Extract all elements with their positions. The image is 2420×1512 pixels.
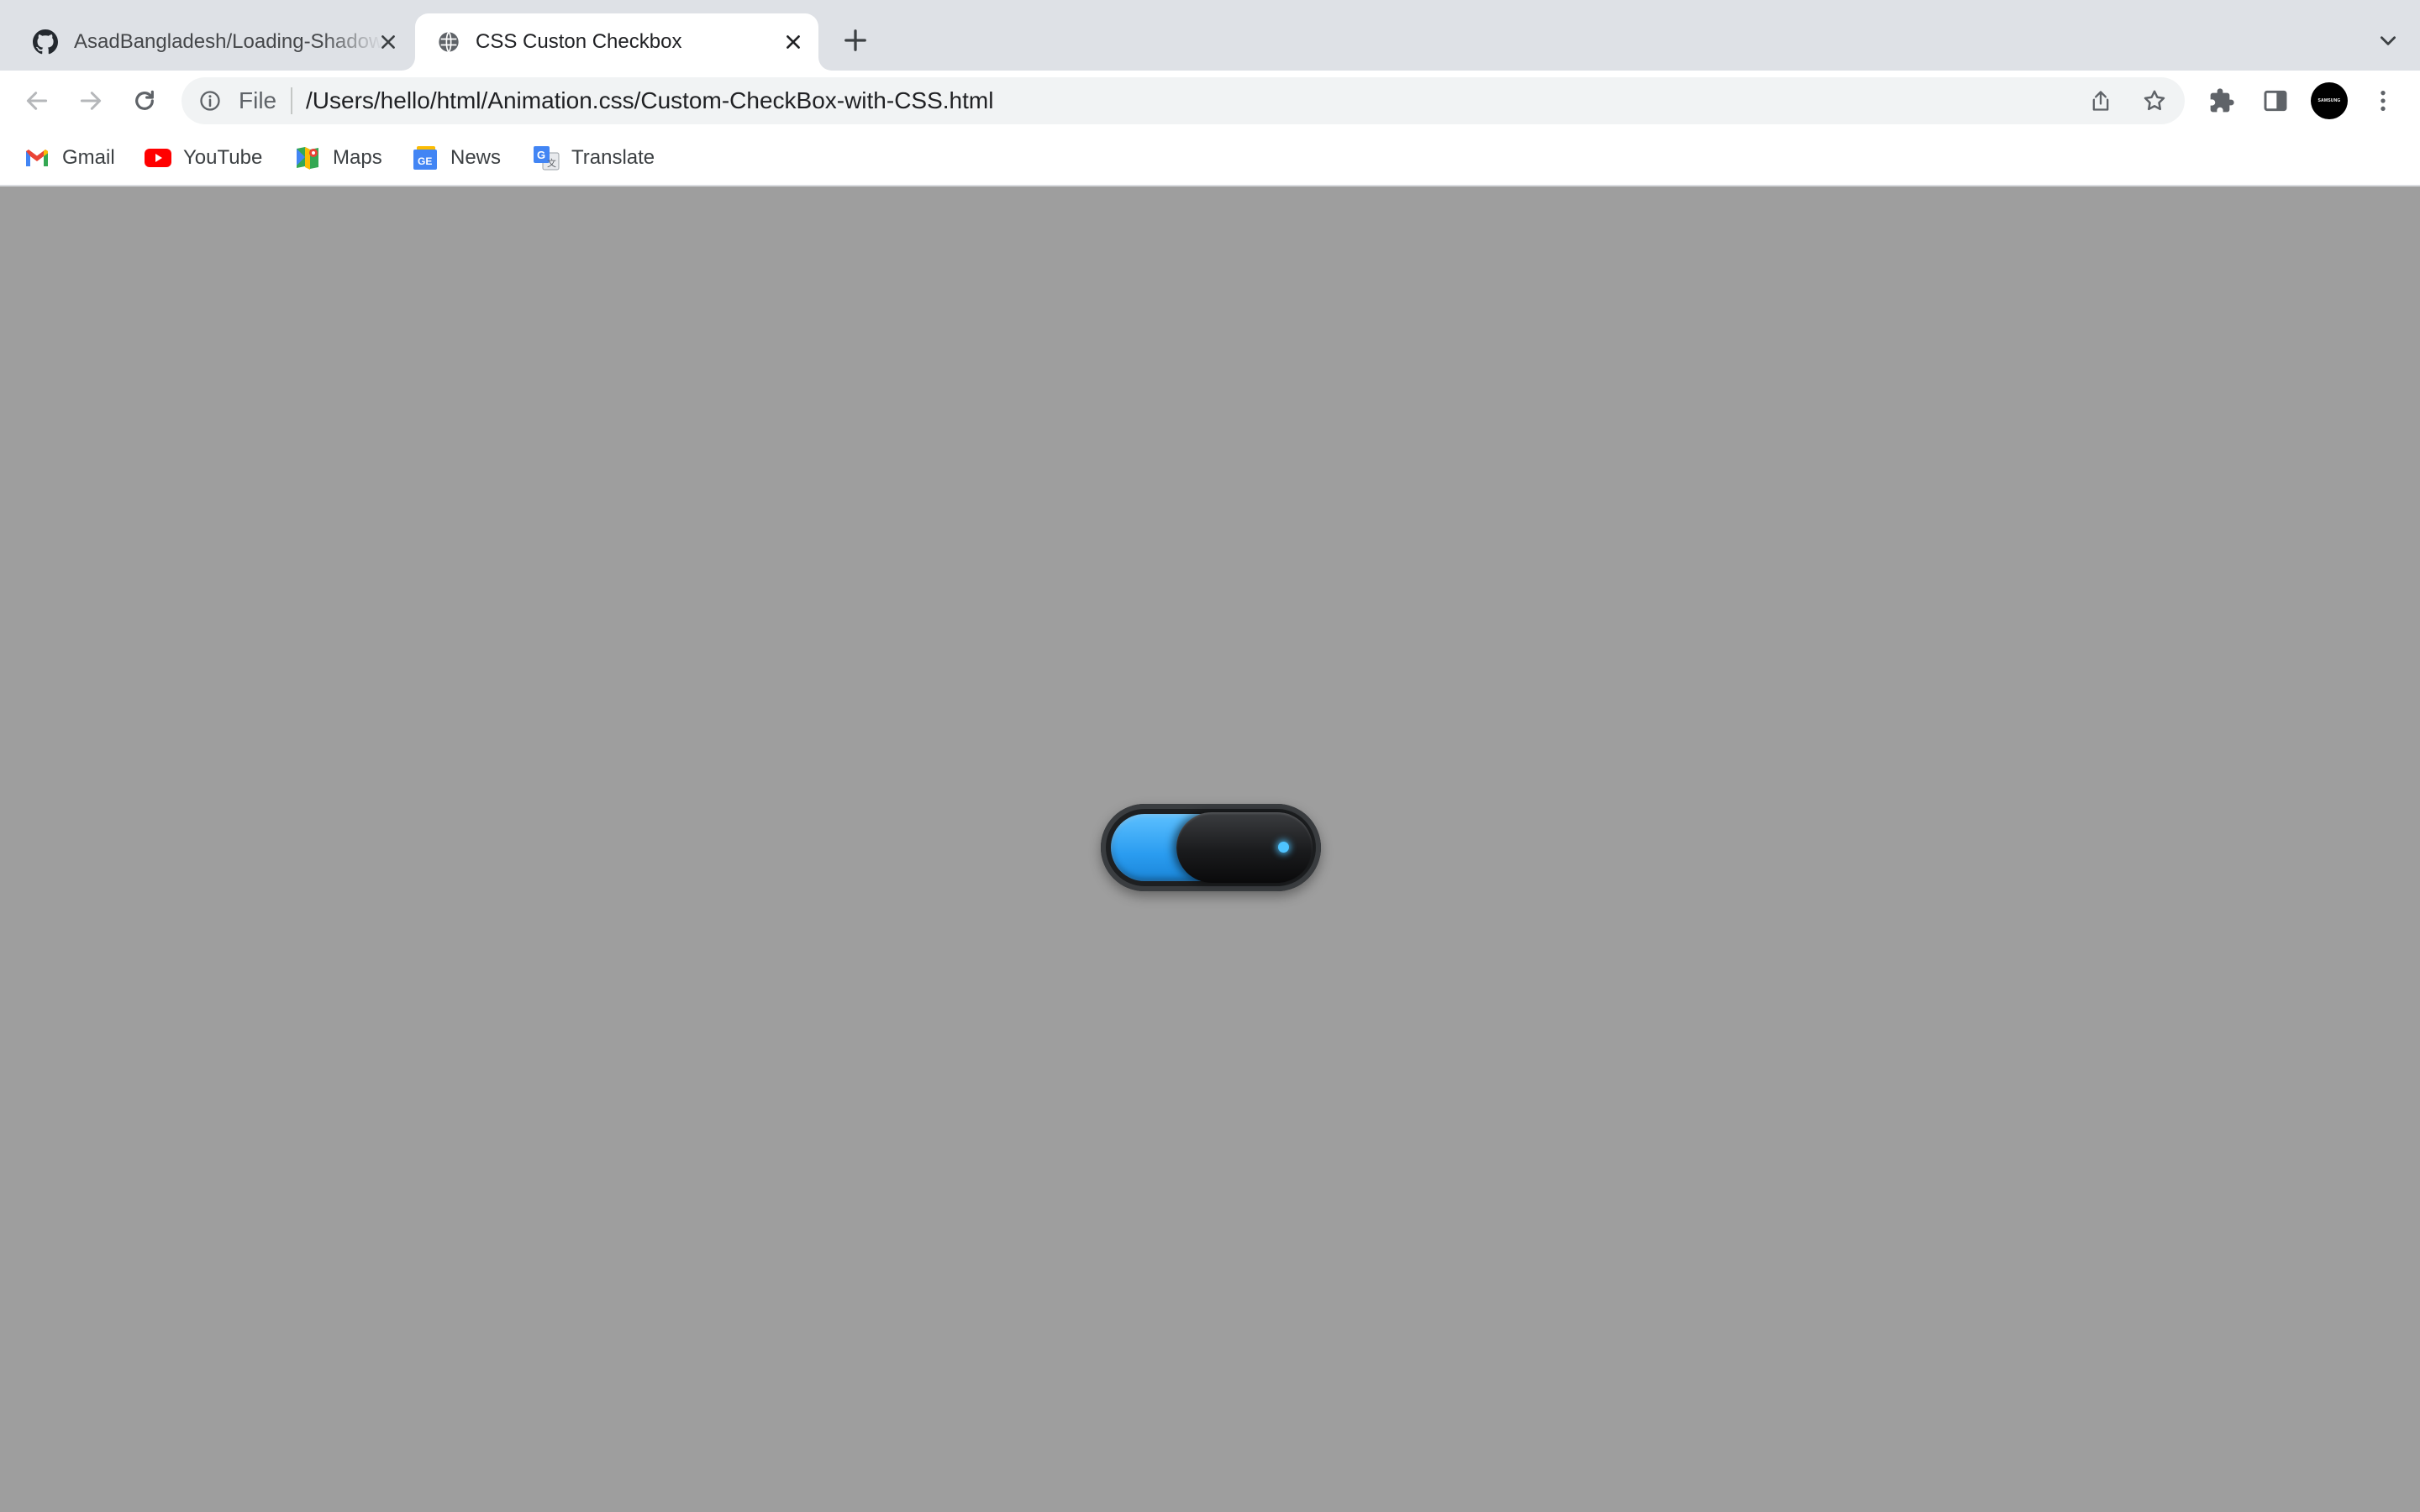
bookmark-label: Maps <box>333 146 382 169</box>
plus-icon <box>844 29 866 51</box>
bookmark-news[interactable]: GE News <box>412 139 501 176</box>
info-icon[interactable] <box>197 87 224 114</box>
tab-css-checkbox[interactable]: CSS Custon Checkbox <box>415 13 818 71</box>
toggle-indicator-dot <box>1278 842 1289 853</box>
bookmark-youtube[interactable]: YouTube <box>145 139 262 176</box>
tab-strip: AsadBangladesh/Loading-Shadow CSS Custon… <box>0 0 2420 71</box>
tab-search-button[interactable] <box>2373 25 2403 55</box>
reload-button[interactable] <box>126 82 163 119</box>
translate-icon: G文 <box>533 144 560 171</box>
back-button[interactable] <box>18 82 55 119</box>
news-icon: GE <box>412 144 439 171</box>
chevron-down-icon <box>2381 36 2396 45</box>
bookmark-label: News <box>450 146 502 169</box>
bookmark-maps[interactable]: Maps <box>294 139 382 176</box>
custom-checkbox-toggle[interactable] <box>1101 804 1321 891</box>
github-icon <box>32 29 59 55</box>
bookmark-label: Gmail <box>62 146 115 169</box>
new-tab-button[interactable] <box>839 24 872 57</box>
globe-icon <box>435 29 462 55</box>
puzzle-icon <box>2210 88 2234 113</box>
forward-button[interactable] <box>72 82 109 119</box>
tab-title: CSS Custon Checkbox <box>476 30 682 53</box>
browser-toolbar: File /Users/hello/html/Animation.css/Cus… <box>0 71 2420 131</box>
gmail-icon <box>24 144 50 171</box>
bookmarks-bar: Gmail YouTube Maps GE News G文 Translate <box>0 131 2420 186</box>
extensions-button[interactable] <box>2203 82 2240 119</box>
avatar: SAMSUNG <box>2311 82 2348 119</box>
side-panel-icon <box>2264 90 2287 112</box>
bookmark-label: Translate <box>571 146 655 169</box>
toggle-knob <box>1176 812 1313 883</box>
arrow-left-icon <box>26 92 48 110</box>
close-icon[interactable] <box>375 29 402 55</box>
svg-text:GE: GE <box>418 155 432 167</box>
arrow-right-icon <box>80 92 102 110</box>
bookmark-star-icon[interactable] <box>2139 86 2170 116</box>
maps-icon <box>294 144 321 171</box>
tab-title: AsadBangladesh/Loading-Shadow <box>74 30 383 53</box>
svg-text:G: G <box>537 149 545 161</box>
bookmark-translate[interactable]: G文 Translate <box>533 139 655 176</box>
reload-icon <box>135 90 154 110</box>
menu-button[interactable] <box>2365 82 2402 119</box>
bookmark-label: YouTube <box>183 146 263 169</box>
url-text[interactable]: /Users/hello/html/Animation.css/Custom-C… <box>306 77 993 124</box>
share-icon[interactable] <box>2086 86 2116 116</box>
profile-button[interactable]: SAMSUNG <box>2311 82 2348 119</box>
more-vert-icon <box>2381 91 2386 111</box>
page-content <box>0 186 2420 1512</box>
side-panel-button[interactable] <box>2257 82 2294 119</box>
bookmark-gmail[interactable]: Gmail <box>24 139 115 176</box>
omnibox-divider <box>291 87 292 114</box>
address-bar[interactable]: File /Users/hello/html/Animation.css/Cus… <box>182 77 2185 124</box>
youtube-icon <box>145 144 171 171</box>
url-scheme-label: File <box>239 87 277 113</box>
tab-github[interactable]: AsadBangladesh/Loading-Shadow <box>17 13 413 71</box>
svg-text:文: 文 <box>547 157 556 169</box>
close-icon[interactable] <box>780 29 807 55</box>
